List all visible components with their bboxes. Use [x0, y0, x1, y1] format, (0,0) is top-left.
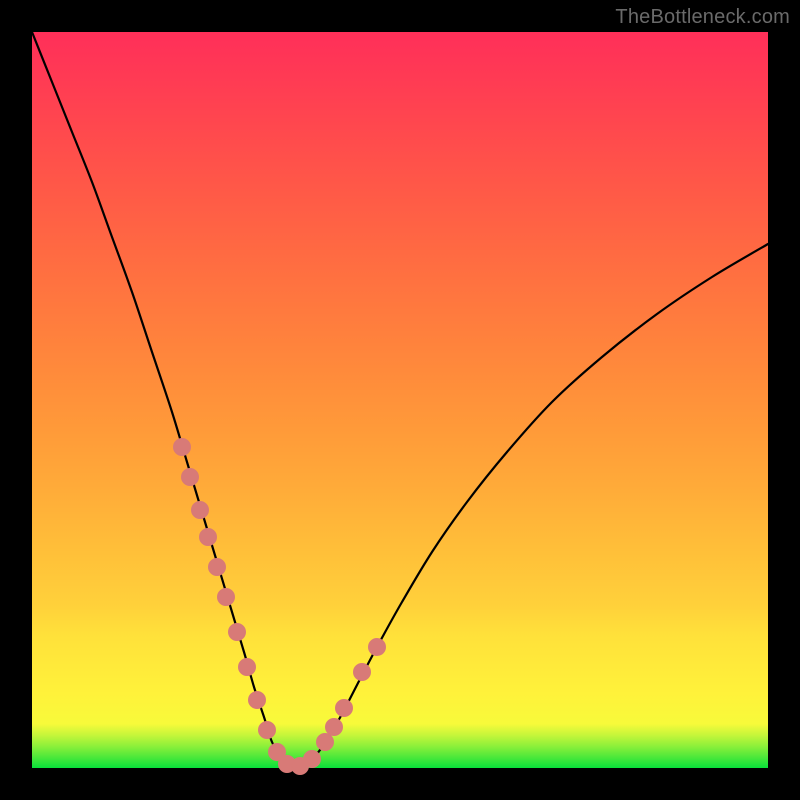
chart-frame: TheBottleneck.com	[0, 0, 800, 800]
highlight-dot	[182, 469, 199, 486]
highlight-dot	[336, 700, 353, 717]
curve-svg	[32, 32, 768, 768]
highlight-dot	[354, 664, 371, 681]
highlight-dot	[317, 734, 334, 751]
highlight-dot	[369, 639, 386, 656]
highlight-dot	[239, 659, 256, 676]
highlight-dot	[249, 692, 266, 709]
bottleneck-curve	[32, 32, 768, 767]
plot-area	[32, 32, 768, 768]
highlight-dots-group	[174, 439, 386, 775]
highlight-dot	[259, 722, 276, 739]
highlight-dot	[229, 624, 246, 641]
highlight-dot	[192, 502, 209, 519]
highlight-dot	[326, 719, 343, 736]
highlight-dot	[209, 559, 226, 576]
highlight-dot	[200, 529, 217, 546]
highlight-dot	[304, 751, 321, 768]
highlight-dot	[218, 589, 235, 606]
watermark-text: TheBottleneck.com	[615, 6, 790, 29]
highlight-dot	[174, 439, 191, 456]
